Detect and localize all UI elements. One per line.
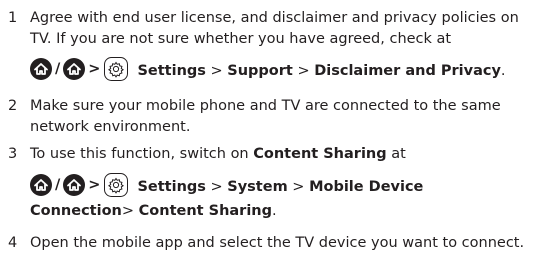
path-arrow: >	[210, 179, 223, 195]
gear-icon	[103, 56, 129, 82]
path-disclaimer-privacy: Disclaimer and Privacy	[314, 63, 501, 79]
home-icon	[63, 58, 86, 80]
home-icon	[63, 174, 86, 196]
step-number: 1	[8, 10, 18, 26]
path-settings: Settings	[137, 63, 206, 79]
step-number: 2	[8, 98, 18, 114]
menu-path-support: / > Settings > Support > Disclaimer and …	[30, 56, 530, 84]
path-arrow: >	[210, 63, 223, 79]
step-text: Make sure your mobile phone and TV are c…	[30, 98, 501, 135]
menu-path-content-sharing: / > Settings > System > Mobile Device	[30, 172, 530, 200]
path-mobile-device: Mobile Device	[309, 179, 424, 195]
menu-path-content-sharing-cont: Connection> Content Sharing.	[30, 201, 530, 222]
period: .	[500, 63, 506, 79]
step-number: 3	[8, 146, 18, 162]
content-sharing-label: Content Sharing	[253, 146, 387, 162]
arrow-separator: >	[88, 60, 101, 77]
slash-separator: /	[55, 60, 61, 77]
path-system: System	[227, 179, 288, 195]
home-icon	[30, 174, 52, 196]
step-text: Agree with end user license, and disclai…	[30, 10, 519, 47]
home-icon	[30, 58, 52, 80]
step-text: To use this function, switch on Content …	[30, 146, 406, 162]
step-text: Open the mobile app and select the TV de…	[30, 235, 525, 251]
path-connection: Connection	[30, 203, 122, 219]
path-arrow: >	[297, 63, 310, 79]
gear-icon	[103, 172, 129, 198]
path-content-sharing: Content Sharing	[138, 203, 273, 219]
path-support: Support	[227, 63, 293, 79]
period: .	[272, 203, 277, 219]
path-arrow: >	[121, 203, 135, 219]
arrow-separator: >	[88, 176, 101, 193]
path-settings: Settings	[137, 179, 206, 195]
path-arrow: >	[292, 179, 305, 195]
step-number: 4	[8, 235, 18, 251]
slash-separator: /	[55, 176, 61, 193]
